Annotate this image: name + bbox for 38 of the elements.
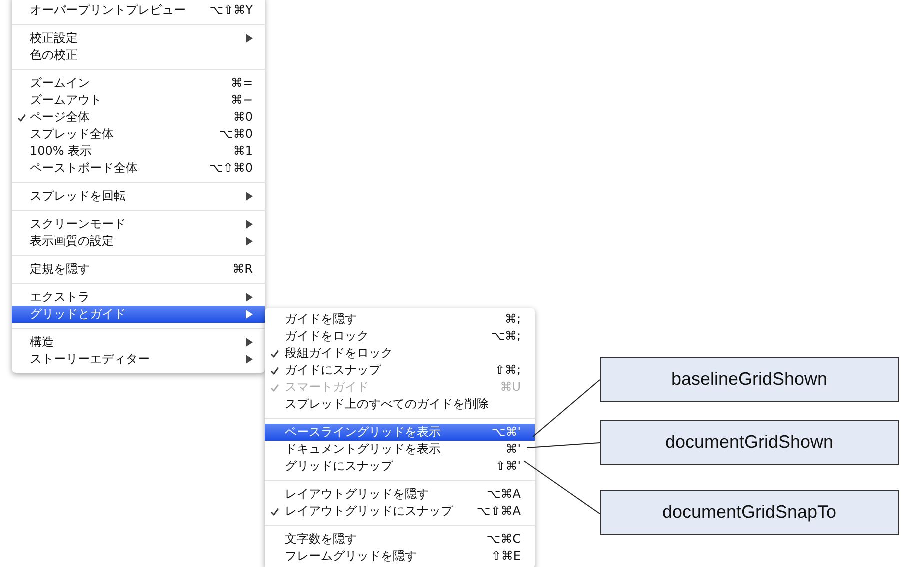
menu-item[interactable]: 構造 — [12, 334, 265, 351]
leader-line — [532, 380, 600, 438]
menu-item[interactable]: ドキュメントグリッドを表示 ⌘' — [265, 441, 535, 458]
menu-item[interactable]: 段組ガイドをロック — [265, 345, 535, 362]
checkmark-icon — [271, 350, 279, 358]
callout-label: documentGridShown — [600, 420, 899, 465]
menu-item[interactable]: スプレッド全体 ⌥⌘0 — [12, 126, 265, 143]
callout-label: baselineGridShown — [600, 357, 899, 402]
menu-item[interactable]: ベースライングリッドを表示 ⌥⌘' — [265, 424, 535, 441]
menu-item[interactable]: ガイドを隠す ⌘; — [265, 311, 535, 328]
menu-item[interactable]: エクストラ — [12, 289, 265, 306]
menu-item[interactable]: 定規を隠す ⌘R — [12, 261, 265, 278]
menu-item[interactable]: 100% 表示 ⌘1 — [12, 143, 265, 160]
checkmark-icon — [271, 367, 279, 375]
checkmark-icon — [271, 508, 279, 516]
menu-item[interactable]: スクリーンモード — [12, 216, 265, 233]
menu-item[interactable]: ページ全体 ⌘0 — [12, 109, 265, 126]
menu-item[interactable]: ズームアウト ⌘− — [12, 92, 265, 109]
menu-item[interactable]: 色の校正 — [12, 47, 265, 64]
menu-item[interactable]: ストーリーエディター — [12, 351, 265, 368]
menu-item[interactable]: グリッドとガイド — [12, 306, 265, 323]
menu-item[interactable]: レイアウトグリッドを隠す ⌥⌘A — [265, 486, 535, 503]
menu-item[interactable]: スプレッドを回転 — [12, 188, 265, 205]
menu-item[interactable]: オーバープリントプレビュー ⌥⇧⌘Y — [12, 2, 265, 19]
menu-item[interactable]: フレームグリッドを隠す ⇧⌘E — [265, 548, 535, 565]
checkmark-icon — [18, 114, 26, 122]
menu-item[interactable]: ガイドをロック ⌥⌘; — [265, 328, 535, 345]
callout-label: documentGridSnapTo — [600, 490, 899, 535]
menu-item[interactable]: スプレッド上のすべてのガイドを削除 — [265, 396, 535, 413]
menu-item[interactable]: 文字数を隠す ⌥⌘C — [265, 531, 535, 548]
menu-item[interactable]: ガイドにスナップ ⇧⌘; — [265, 362, 535, 379]
menu-item[interactable]: 表示画質の設定 — [12, 233, 265, 250]
menu-item[interactable]: 校正設定 — [12, 30, 265, 47]
menu-item[interactable]: グリッドにスナップ ⇧⌘' — [265, 458, 535, 475]
menu-item[interactable]: ペーストボード全体 ⌥⇧⌘0 — [12, 160, 265, 177]
menu-item[interactable]: レイアウトグリッドにスナップ ⌥⇧⌘A — [265, 503, 535, 520]
menu-item[interactable]: ズームイン ⌘= — [12, 75, 265, 92]
checkmark-icon — [271, 384, 279, 392]
